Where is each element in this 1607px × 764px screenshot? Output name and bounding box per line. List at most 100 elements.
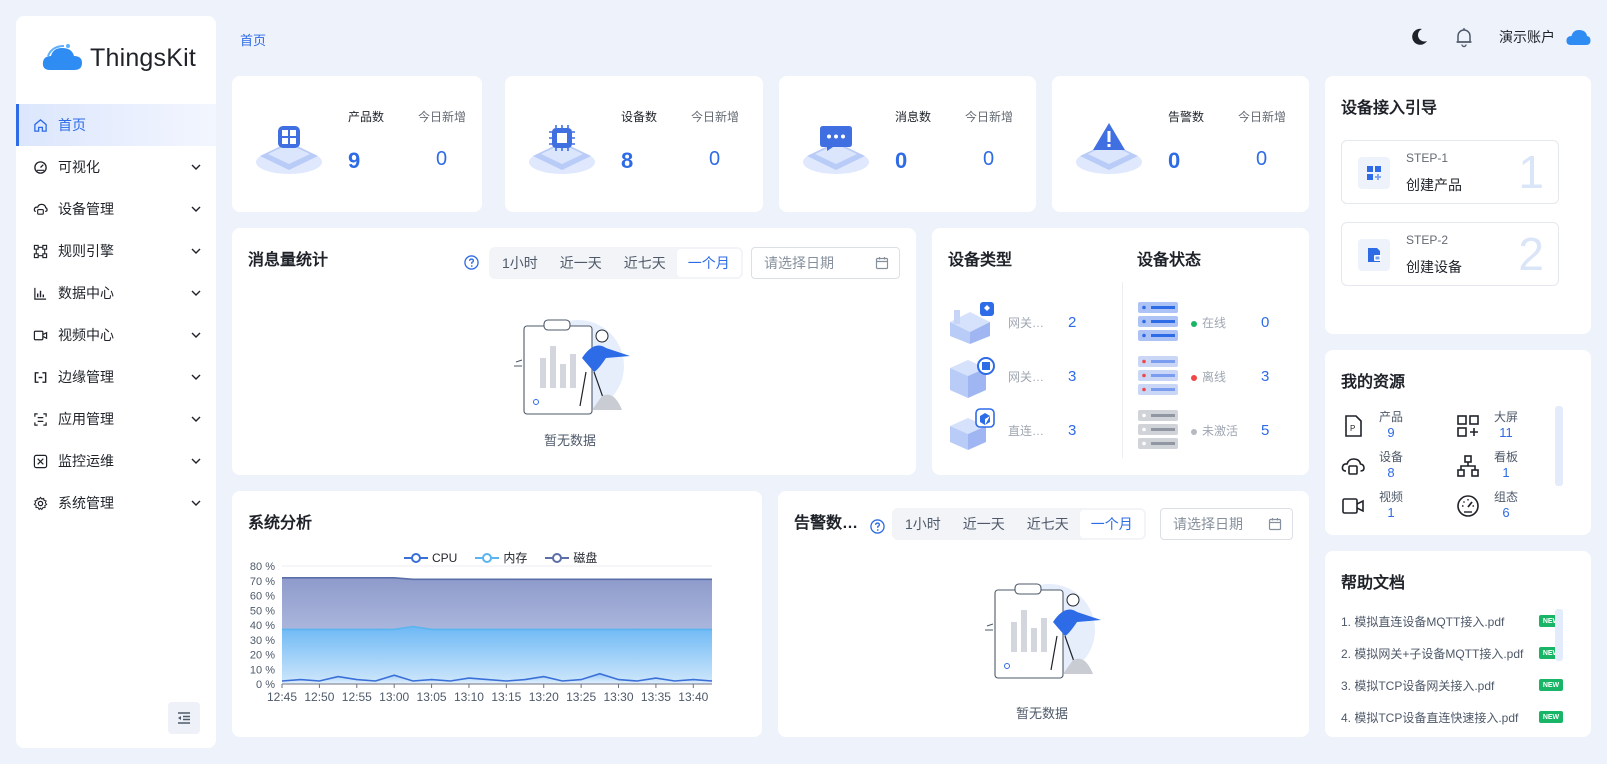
menu-fold-icon — [178, 712, 190, 724]
range-7d[interactable]: 近七天 — [1016, 510, 1080, 538]
range-1m[interactable]: 一个月 — [676, 249, 741, 277]
device-type-name: 网关… — [1008, 369, 1045, 384]
y-tick-label: 70 % — [250, 576, 275, 588]
range-1h[interactable]: 1小时 — [894, 510, 952, 538]
resource-value: 6 — [1502, 505, 1510, 520]
range-1d[interactable]: 近一天 — [952, 510, 1016, 538]
x-tick-label: 12:55 — [342, 690, 372, 704]
y-tick-label: 10 % — [250, 664, 275, 676]
card-title: 我的资源 — [1341, 374, 1406, 391]
device-status-count: 3 — [1261, 367, 1270, 385]
sidebar-item-visualization[interactable]: 可视化 — [16, 146, 216, 188]
account-name: 演示账户 — [1499, 29, 1555, 45]
resource-name: 看板 — [1494, 450, 1519, 464]
sidebar-item-rule-engine[interactable]: 规则引擎 — [16, 230, 216, 272]
resource-item-video[interactable]: 视频 1 — [1341, 488, 1403, 520]
range-1d[interactable]: 近一天 — [549, 249, 613, 277]
device-status-title: 设备状态 — [1137, 252, 1202, 269]
chevron-down-icon — [191, 164, 201, 170]
collapse-sidebar-button[interactable] — [168, 702, 200, 734]
range-1m[interactable]: 一个月 — [1079, 510, 1144, 538]
resource-value: 1 — [1502, 465, 1510, 480]
step-create-device[interactable]: STEP-2 创建设备 2 — [1341, 222, 1559, 286]
sidebar-item-system-management[interactable]: 系统管理 — [16, 482, 216, 524]
resources-scrollbar[interactable] — [1555, 406, 1563, 486]
device-type-count: 2 — [1068, 313, 1077, 331]
stat-label: 消息数 — [895, 110, 932, 124]
help-question-icon[interactable] — [464, 255, 479, 270]
device-icon — [1341, 458, 1365, 475]
step-name: 创建产品 — [1406, 177, 1462, 193]
stat-value: 9 — [348, 148, 361, 173]
sidebar-item-device-management[interactable]: 设备管理 — [16, 188, 216, 230]
card-title: 消息量统计 — [248, 252, 329, 269]
sidebar-item-edge-management[interactable]: 边缘管理 — [16, 356, 216, 398]
stat-today-value: 0 — [983, 148, 995, 170]
sidebar-item-video-center[interactable]: 视频中心 — [16, 314, 216, 356]
status-label: 离线 — [1202, 369, 1227, 384]
resource-item-product[interactable]: P 产品 9 — [1341, 408, 1403, 440]
resource-value: 11 — [1499, 425, 1513, 440]
rule-icon — [32, 243, 48, 259]
x-tick-label: 12:50 — [304, 690, 334, 704]
device-type-row: 网关… 2 — [948, 300, 1076, 344]
home-icon — [32, 117, 48, 133]
notification-bell-icon[interactable] — [1453, 26, 1475, 48]
sidebar-item-label: 边缘管理 — [58, 369, 114, 385]
stat-card-products: 产品数 今日新增 9 0 — [232, 76, 482, 212]
stat-value: 8 — [621, 148, 634, 173]
help-doc-link[interactable]: 4. 模拟TCP设备直连快速接入.pdf — [1341, 709, 1529, 726]
resource-item-device[interactable]: 设备 8 — [1341, 448, 1403, 480]
gauge-icon — [1457, 495, 1479, 517]
sidebar-item-home[interactable]: 首页 — [16, 104, 216, 146]
sidebar-item-data-center[interactable]: 数据中心 — [16, 272, 216, 314]
help-doc-link[interactable]: 1. 模拟直连设备MQTT接入.pdf — [1341, 613, 1529, 630]
org-chart-icon — [1457, 455, 1479, 477]
stat-today-label: 今日新增 — [691, 110, 740, 124]
help-doc-link[interactable]: 3. 模拟TCP设备网关接入.pdf — [1341, 677, 1529, 694]
stat-today-value: 0 — [436, 148, 448, 170]
help-docs-scrollbar[interactable] — [1555, 609, 1563, 661]
chevron-down-icon — [191, 290, 201, 296]
breadcrumb[interactable]: 首页 — [240, 30, 266, 49]
chevron-down-icon — [191, 332, 201, 338]
logo[interactable]: ThingsKit — [40, 42, 196, 74]
range-7d[interactable]: 近七天 — [613, 249, 677, 277]
stat-label: 产品数 — [348, 110, 385, 124]
resource-item-kanban[interactable]: 看板 1 — [1456, 448, 1518, 480]
range-1h[interactable]: 1小时 — [491, 249, 549, 277]
help-doc-link[interactable]: 2. 模拟网关+子设备MQTT接入.pdf — [1341, 645, 1529, 662]
device-type-count: 3 — [1068, 421, 1077, 439]
x-tick-label: 13:15 — [491, 690, 521, 704]
date-picker[interactable]: 请选择日期 — [1160, 508, 1293, 540]
date-picker[interactable]: 请选择日期 — [751, 247, 900, 279]
resource-item-bigscreen[interactable]: 大屏 11 — [1456, 408, 1518, 440]
account-menu[interactable]: 演示账户 — [1499, 27, 1591, 47]
x-tick-label: 13:10 — [454, 690, 484, 704]
resource-name: 视频 — [1379, 490, 1404, 504]
help-question-icon[interactable] — [870, 519, 885, 534]
message-icon — [803, 126, 869, 174]
sidebar-item-label: 系统管理 — [58, 495, 114, 511]
server-online-icon — [1138, 302, 1178, 341]
device-type-name: 网关… — [1008, 315, 1045, 330]
new-badge: NEW — [1539, 711, 1563, 723]
x-tick-label: 13:20 — [529, 690, 559, 704]
sidebar-item-app-management[interactable]: 应用管理 — [16, 398, 216, 440]
device-status-row: 离线 3 — [1137, 354, 1269, 398]
device-type-title: 设备类型 — [948, 252, 1013, 269]
calendar-icon — [875, 257, 889, 270]
avatar — [1566, 30, 1591, 45]
logo-text: ThingsKit — [90, 43, 197, 72]
alert-icon — [1076, 123, 1142, 174]
chevron-down-icon — [191, 206, 201, 212]
sidebar-item-monitoring[interactable]: 监控运维 — [16, 440, 216, 482]
resource-item-configuration[interactable]: 组态 6 — [1456, 488, 1518, 520]
step-big-number: 1 — [1518, 146, 1544, 198]
step-create-product[interactable]: STEP-1 创建产品 1 — [1341, 140, 1559, 204]
device-type-count: 3 — [1068, 367, 1077, 385]
stat-today-label: 今日新增 — [1238, 110, 1287, 124]
y-tick-label: 60 % — [250, 591, 275, 603]
dark-mode-moon-icon[interactable] — [1409, 27, 1429, 47]
device-doc-icon — [1358, 239, 1390, 271]
